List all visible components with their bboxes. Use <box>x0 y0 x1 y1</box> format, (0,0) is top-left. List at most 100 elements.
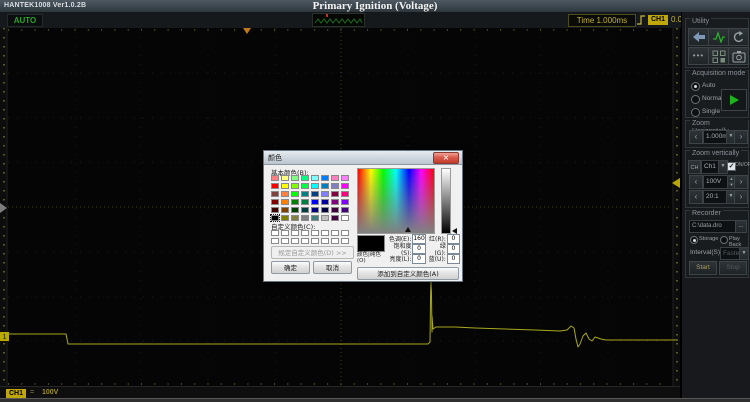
timebase-increase-button[interactable]: › <box>734 130 748 144</box>
basic-color-swatch[interactable] <box>281 175 289 181</box>
basic-color-swatch[interactable] <box>341 199 349 205</box>
hue-saturation-field[interactable] <box>357 168 435 234</box>
basic-color-swatch[interactable] <box>291 175 299 181</box>
basic-color-swatch[interactable] <box>331 207 339 213</box>
basic-color-swatch[interactable] <box>291 207 299 213</box>
timebase-select[interactable]: 1.000ms ▼ <box>703 130 736 144</box>
basic-color-swatch[interactable] <box>321 199 329 205</box>
custom-color-swatch[interactable] <box>291 238 299 244</box>
basic-color-swatch[interactable] <box>311 191 319 197</box>
custom-color-swatch[interactable] <box>321 230 329 236</box>
custom-color-swatch[interactable] <box>301 230 309 236</box>
trigger-position-marker[interactable] <box>243 28 251 34</box>
custom-color-swatch[interactable] <box>331 230 339 236</box>
custom-color-swatch[interactable] <box>311 238 319 244</box>
basic-color-swatch[interactable] <box>291 183 299 189</box>
radio-auto[interactable] <box>691 82 700 91</box>
waveform-preview-pane[interactable] <box>312 13 365 27</box>
channel-select[interactable]: Ch1 ▼ <box>701 160 728 174</box>
basic-color-swatch[interactable] <box>341 183 349 189</box>
basic-color-swatch[interactable] <box>301 175 309 181</box>
custom-color-swatch[interactable] <box>321 238 329 244</box>
volts-decrease-button[interactable]: ‹ <box>689 175 703 189</box>
basic-color-swatch[interactable] <box>271 207 279 213</box>
basic-color-swatch[interactable] <box>301 207 309 213</box>
custom-color-swatch[interactable] <box>271 238 279 244</box>
basic-color-swatch[interactable] <box>271 183 279 189</box>
blue-input[interactable]: 0 <box>447 254 460 264</box>
basic-color-swatch[interactable] <box>331 175 339 181</box>
basic-color-swatch[interactable] <box>271 199 279 205</box>
browse-button[interactable]: ... <box>735 220 747 233</box>
custom-color-swatch[interactable] <box>281 238 289 244</box>
custom-color-swatch[interactable] <box>331 238 339 244</box>
custom-color-swatch[interactable] <box>341 238 349 244</box>
close-button[interactable]: × <box>433 152 459 164</box>
basic-color-swatch[interactable] <box>301 191 309 197</box>
basic-color-swatch[interactable] <box>271 175 279 181</box>
custom-color-swatch[interactable] <box>341 230 349 236</box>
timebase-decrease-button[interactable]: ‹ <box>689 130 703 144</box>
qr-code-button[interactable] <box>708 47 729 65</box>
custom-color-swatch[interactable] <box>281 230 289 236</box>
basic-color-swatch[interactable] <box>321 183 329 189</box>
basic-color-swatch[interactable] <box>331 215 339 221</box>
add-to-custom-colors-button[interactable]: 添加到自定义颜色(A) <box>357 267 459 280</box>
basic-color-swatch[interactable] <box>311 183 319 189</box>
saturation-input[interactable]: 0 <box>412 244 425 254</box>
basic-color-swatch[interactable] <box>311 207 319 213</box>
basic-color-swatch[interactable] <box>311 175 319 181</box>
volts-div-spinner[interactable]: 100V ▲▼ <box>703 175 736 189</box>
ch-button[interactable]: CH <box>688 160 701 174</box>
ch1-zero-marker[interactable]: 1 <box>0 332 9 341</box>
screenshot-button[interactable] <box>728 47 749 65</box>
probe-select[interactable]: 20:1 ▼ <box>703 190 736 204</box>
basic-color-swatch[interactable] <box>281 207 289 213</box>
basic-color-swatch[interactable] <box>291 191 299 197</box>
basic-color-swatch[interactable] <box>291 199 299 205</box>
undo-button[interactable] <box>728 28 749 46</box>
record-stop-button[interactable]: Stop <box>719 261 747 275</box>
hue-input[interactable]: 160 <box>412 234 425 244</box>
define-custom-colors-button[interactable]: 规定自定义颜色(D) >> <box>271 246 354 259</box>
basic-color-swatch[interactable] <box>281 191 289 197</box>
basic-color-swatch[interactable] <box>341 215 349 221</box>
radio-storage[interactable] <box>690 236 698 244</box>
waveform-button[interactable] <box>708 28 729 46</box>
radio-normal[interactable] <box>691 95 700 104</box>
radio-single[interactable] <box>691 108 700 117</box>
red-input[interactable]: 0 <box>447 234 460 244</box>
run-button[interactable] <box>721 89 747 111</box>
back-arrow-button[interactable] <box>688 28 709 46</box>
basic-color-swatch[interactable] <box>331 183 339 189</box>
ok-button[interactable]: 确定 <box>271 261 310 274</box>
basic-color-swatch[interactable] <box>331 199 339 205</box>
basic-color-swatch[interactable] <box>311 199 319 205</box>
green-input[interactable]: 0 <box>447 244 460 254</box>
basic-color-swatch[interactable] <box>271 191 279 197</box>
luminance-input[interactable]: 0 <box>412 254 425 264</box>
luminance-slider[interactable] <box>441 168 451 234</box>
record-path-input[interactable]: C:\data.dro <box>689 220 736 233</box>
basic-color-swatch[interactable] <box>321 215 329 221</box>
custom-color-swatch[interactable] <box>311 230 319 236</box>
chevron-down-icon[interactable]: ▼ <box>718 161 727 173</box>
custom-color-swatch[interactable] <box>291 230 299 236</box>
basic-color-swatch[interactable] <box>281 199 289 205</box>
basic-color-swatch[interactable] <box>301 183 309 189</box>
basic-color-swatch[interactable] <box>341 191 349 197</box>
volts-increase-button[interactable]: › <box>734 175 748 189</box>
probe-increase-button[interactable]: › <box>734 190 748 204</box>
interval-select[interactable]: Fastest ▼ <box>720 247 749 260</box>
basic-color-swatch[interactable] <box>341 207 349 213</box>
basic-color-swatch[interactable] <box>341 175 349 181</box>
basic-color-swatch[interactable] <box>281 183 289 189</box>
basic-color-swatch[interactable] <box>321 191 329 197</box>
basic-color-swatch[interactable] <box>321 175 329 181</box>
dialog-titlebar[interactable]: 颜色 × <box>264 151 462 165</box>
basic-color-swatch[interactable] <box>321 207 329 213</box>
record-start-button[interactable]: Start <box>689 261 717 275</box>
more-options-button[interactable]: ••• <box>688 47 709 65</box>
custom-color-swatch[interactable] <box>271 230 279 236</box>
radio-playback[interactable] <box>720 236 728 244</box>
